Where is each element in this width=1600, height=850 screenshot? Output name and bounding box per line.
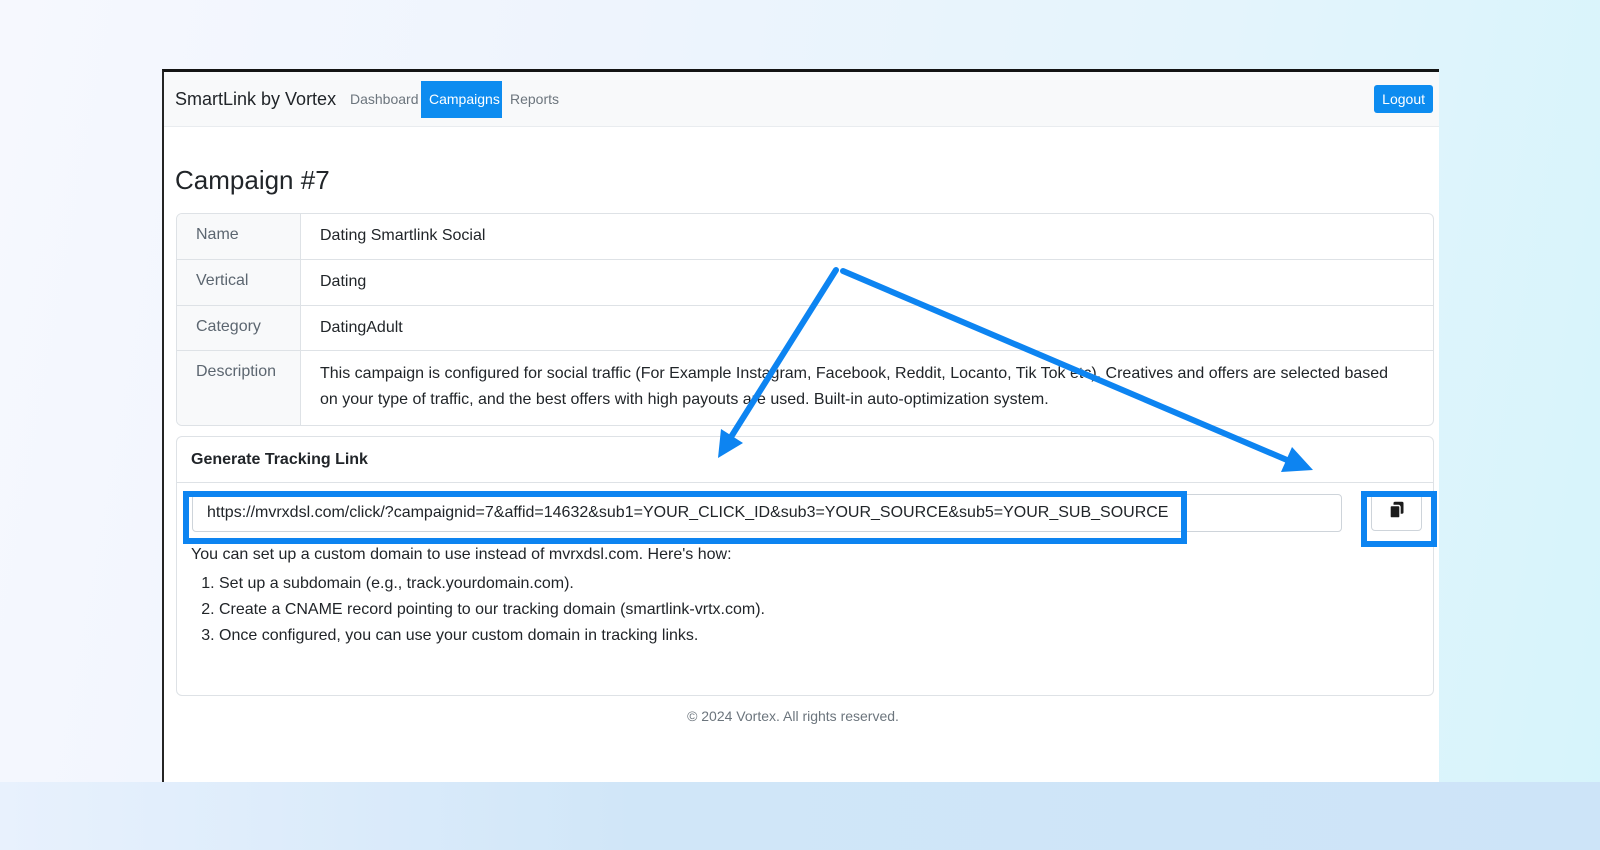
brand-title[interactable]: SmartLink by Vortex [175, 89, 336, 110]
copy-icon [1388, 501, 1405, 524]
navbar: SmartLink by Vortex Dashboard Campaigns … [164, 72, 1439, 127]
custom-domain-steps: Set up a subdomain (e.g., track.yourdoma… [191, 571, 765, 649]
tracking-link-input[interactable] [192, 494, 1342, 532]
custom-domain-help: You can set up a custom domain to use in… [191, 546, 732, 563]
copy-button[interactable] [1371, 493, 1422, 531]
row-value-name: Dating Smartlink Social [320, 227, 486, 244]
table-row: Name Dating Smartlink Social [177, 214, 1433, 260]
logout-button[interactable]: Logout [1374, 85, 1433, 113]
table-row: Category DatingAdult [177, 306, 1433, 351]
row-value-description: This campaign is configured for social t… [320, 365, 1389, 408]
list-item: Create a CNAME record pointing to our tr… [219, 597, 765, 623]
nav-campaigns[interactable]: Campaigns [421, 81, 502, 118]
row-label-vertical: Vertical [177, 260, 301, 305]
tracking-link-card: Generate Tracking Link You can set up a … [176, 436, 1434, 696]
row-label-category: Category [177, 306, 301, 350]
campaign-details-table: Name Dating Smartlink Social Vertical Da… [176, 213, 1434, 426]
row-label-name: Name [177, 214, 301, 259]
list-item: Set up a subdomain (e.g., track.yourdoma… [219, 571, 765, 597]
list-item: Once configured, you can use your custom… [219, 623, 765, 649]
table-row: Vertical Dating [177, 260, 1433, 306]
card-title: Generate Tracking Link [191, 451, 368, 468]
background-strip [0, 782, 1600, 850]
browser-window: SmartLink by Vortex Dashboard Campaigns … [162, 69, 1439, 782]
row-value-category: DatingAdult [320, 319, 403, 336]
row-value-vertical: Dating [320, 273, 367, 290]
nav-reports[interactable]: Reports [502, 81, 567, 118]
card-header: Generate Tracking Link [177, 437, 1433, 483]
footer: © 2024 Vortex. All rights reserved. [687, 708, 899, 724]
table-row: Description This campaign is configured … [177, 351, 1433, 425]
nav-dashboard[interactable]: Dashboard [342, 81, 427, 118]
row-label-description: Description [177, 351, 301, 425]
page-title: Campaign #7 [175, 165, 330, 195]
